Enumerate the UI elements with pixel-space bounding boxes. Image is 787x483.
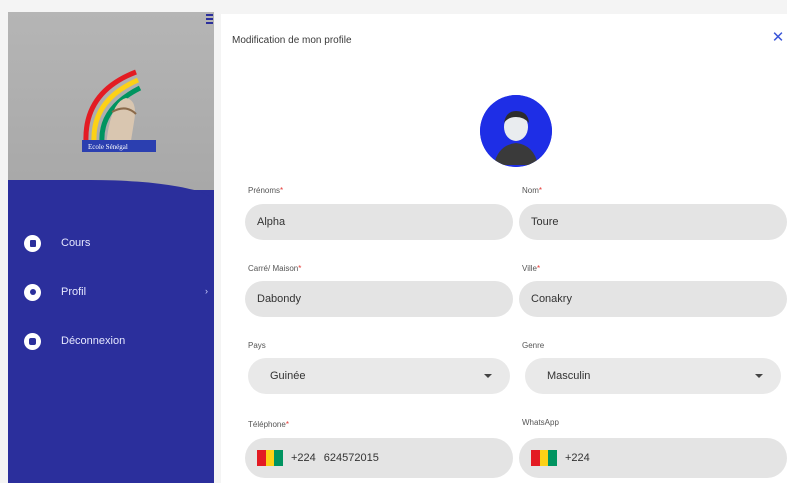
sidebar-item-deconnexion[interactable]: Déconnexion xyxy=(8,326,214,356)
panel-title: Modification de mon profile xyxy=(232,35,352,46)
ville-label: Ville* xyxy=(522,264,541,273)
prenoms-field[interactable]: Alpha xyxy=(245,204,513,240)
guinea-flag-icon xyxy=(257,450,284,466)
nom-label: Nom* xyxy=(522,186,543,195)
profile-icon xyxy=(24,283,41,301)
logo: Ecole Sénégal xyxy=(82,69,156,152)
edit-profile-panel: Modification de mon profile ✕ Prénoms* A… xyxy=(221,14,787,483)
sidebar-item-cours[interactable]: Cours xyxy=(8,228,214,258)
logo-text: Ecole Sénégal xyxy=(88,143,128,151)
avatar[interactable] xyxy=(480,95,552,167)
logout-icon xyxy=(24,332,41,350)
ville-field[interactable]: Conakry xyxy=(519,281,787,317)
telephone-label: Téléphone* xyxy=(248,420,289,429)
whatsapp-label: WhatsApp xyxy=(522,418,559,427)
sidebar-item-profil[interactable]: Profil › xyxy=(8,277,214,307)
guinea-flag-icon xyxy=(531,450,558,466)
sidebar-item-label: Déconnexion xyxy=(61,335,126,347)
dropdown-arrow-icon xyxy=(755,374,763,378)
sidebar-header: Ecole Sénégal xyxy=(8,12,214,190)
telephone-field[interactable]: +224 624572015 xyxy=(245,438,513,478)
telephone-number: 624572015 xyxy=(323,452,379,464)
pays-label: Pays xyxy=(248,341,266,350)
genre-select[interactable]: Masculin xyxy=(525,358,781,394)
sidebar: Ecole Sénégal Cours Profil › Déconnexion xyxy=(8,12,214,483)
book-icon xyxy=(24,234,41,252)
whatsapp-field[interactable]: +224 xyxy=(519,438,787,478)
sidebar-item-label: Cours xyxy=(61,237,91,249)
dropdown-arrow-icon xyxy=(484,374,492,378)
prenoms-label: Prénoms* xyxy=(248,186,284,195)
nom-field[interactable]: Toure xyxy=(519,204,787,240)
menu-icon[interactable] xyxy=(206,14,213,24)
carre-label: Carré/ Maison* xyxy=(248,264,302,273)
close-icon[interactable]: ✕ xyxy=(769,29,787,47)
chevron-right-icon: › xyxy=(205,286,208,296)
user-silhouette-icon xyxy=(480,95,552,167)
telephone-country-code: +224 xyxy=(291,452,316,464)
sidebar-item-label: Profil xyxy=(61,286,87,298)
whatsapp-country-code: +224 xyxy=(565,452,590,464)
genre-label: Genre xyxy=(522,341,545,350)
pays-select[interactable]: Guinée xyxy=(248,358,510,394)
carre-field[interactable]: Dabondy xyxy=(245,281,513,317)
